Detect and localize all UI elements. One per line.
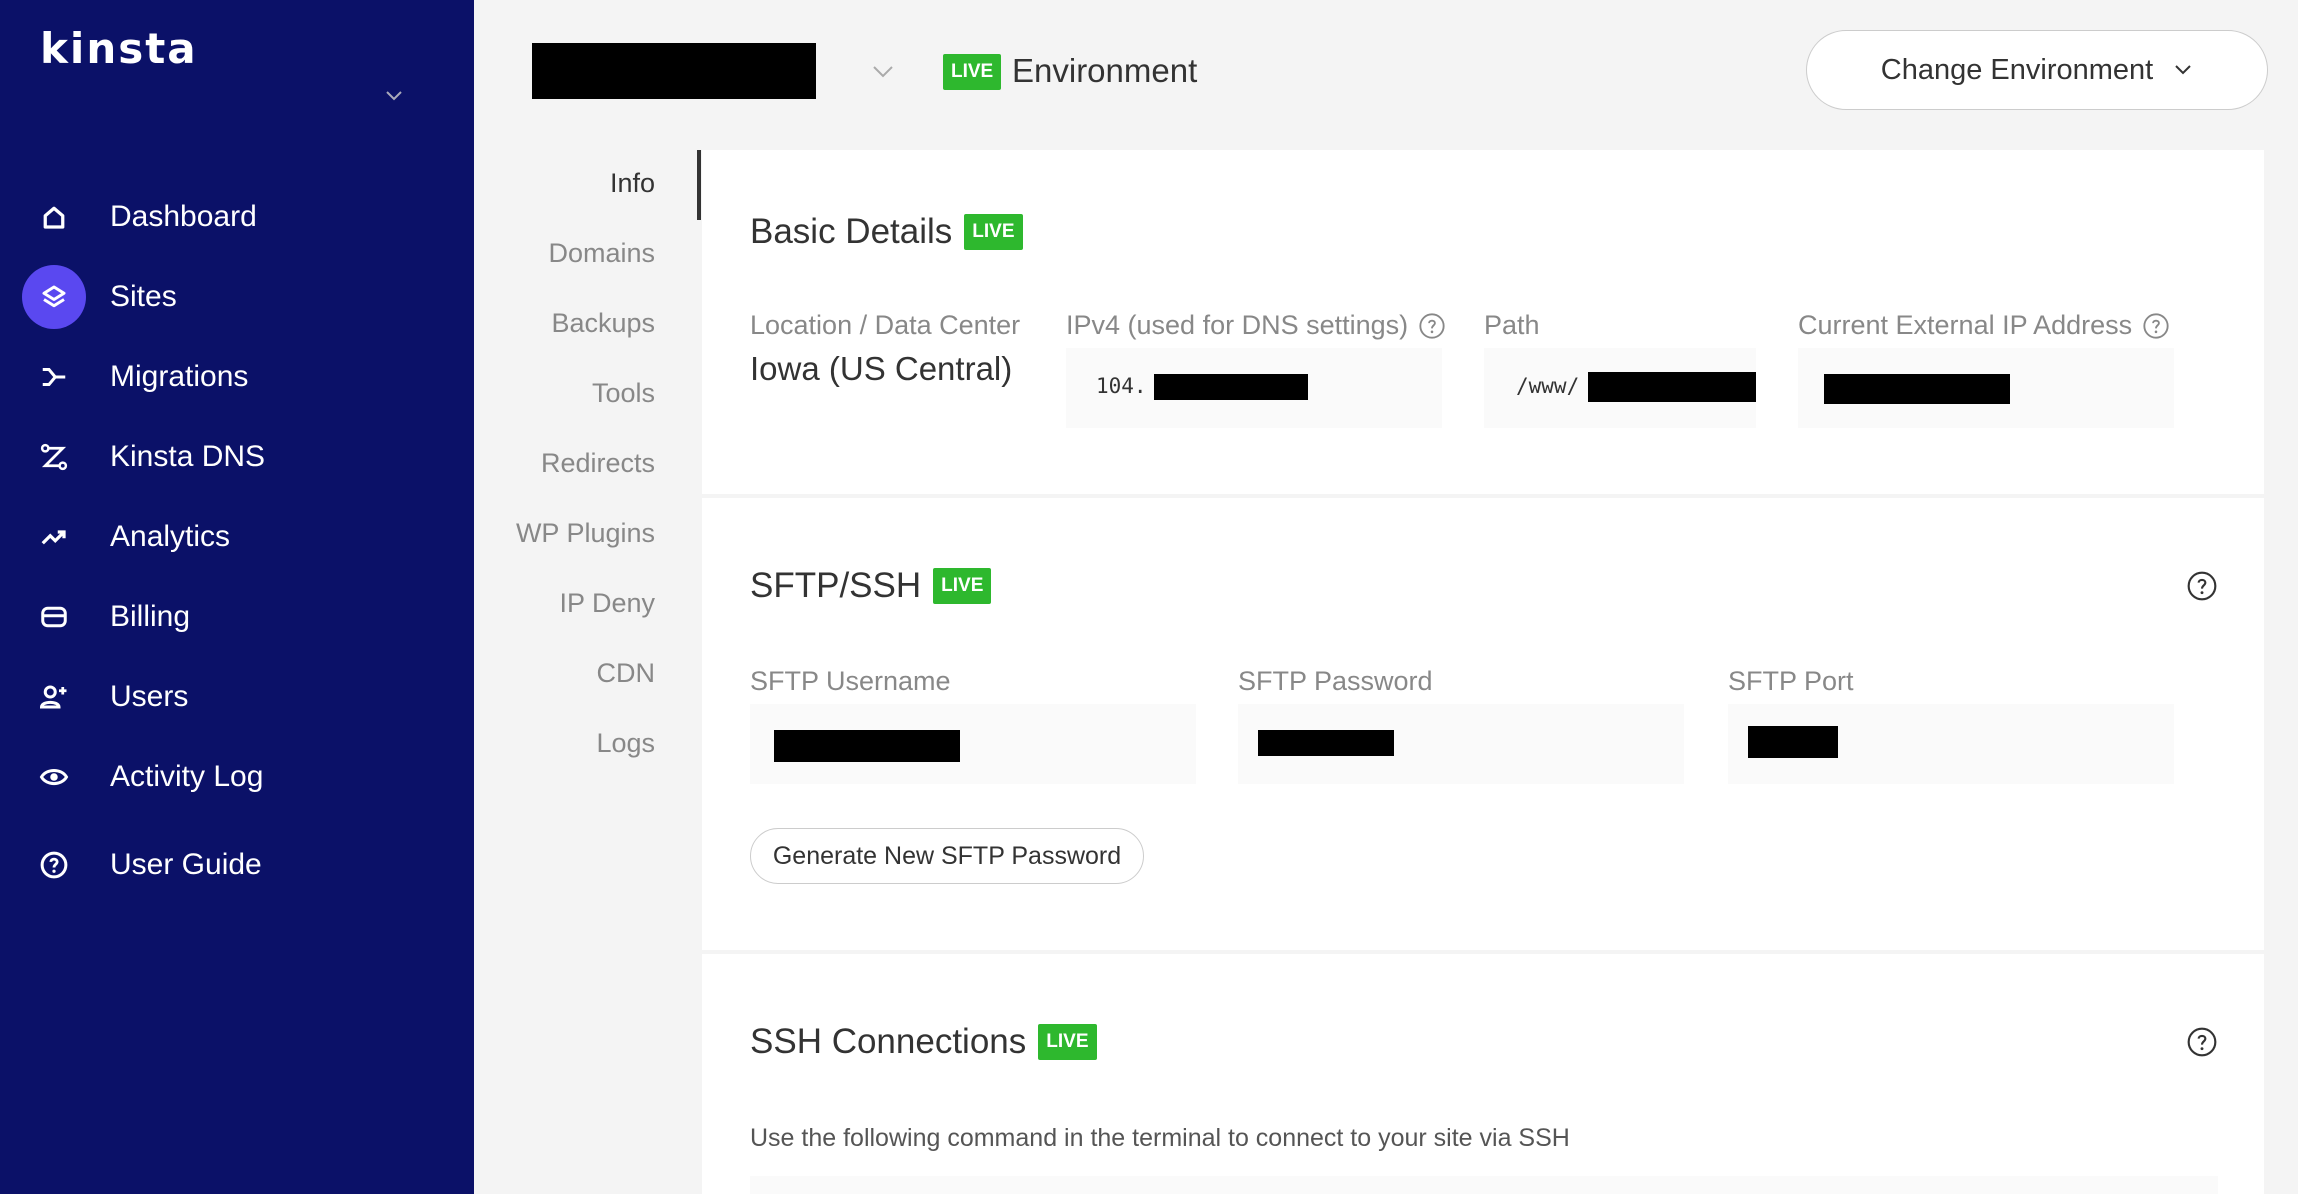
ipv4-label-text: IPv4 (used for DNS settings) bbox=[1066, 310, 1409, 340]
sftp-username-redacted bbox=[774, 730, 960, 762]
help-icon[interactable] bbox=[2142, 312, 2170, 340]
tab-wp-plugins[interactable]: WP Plugins bbox=[516, 518, 655, 549]
ssh-title: SSH Connections LIVE bbox=[750, 1022, 1097, 1062]
location-label-text: Location / Data Center bbox=[750, 310, 1021, 340]
sftp-username-label-text: SFTP Username bbox=[750, 666, 951, 696]
path-prefix: /www/ bbox=[1516, 374, 1580, 398]
tab-ip-deny[interactable]: IP Deny bbox=[559, 588, 655, 619]
sftp-password-label-text: SFTP Password bbox=[1238, 666, 1433, 696]
tab-backups[interactable]: Backups bbox=[551, 308, 655, 339]
sidebar-item-label: Billing bbox=[110, 600, 191, 633]
sidebar-item-sites[interactable]: Sites bbox=[0, 261, 474, 333]
sidebar-item-user-guide[interactable]: User Guide bbox=[0, 829, 474, 901]
path-field[interactable]: /www/ bbox=[1484, 348, 1756, 428]
ssh-description: Use the following command in the termina… bbox=[750, 1124, 1570, 1152]
location-value: Iowa (US Central) bbox=[750, 350, 1013, 387]
sidebar-item-label: User Guide bbox=[110, 848, 262, 881]
help-icon[interactable] bbox=[1418, 312, 1446, 340]
sftp-password-label: SFTP Password bbox=[1238, 666, 1433, 697]
kinsta-logo[interactable]: kinsta bbox=[40, 24, 198, 73]
sidebar-item-migrations[interactable]: Migrations bbox=[0, 341, 474, 413]
analytics-icon bbox=[22, 505, 86, 569]
sftp-port-field[interactable] bbox=[1728, 704, 2174, 784]
tab-tools[interactable]: Tools bbox=[592, 378, 655, 409]
sidebar: kinsta Dashboard Sites Migrations Kinsta… bbox=[0, 0, 474, 1194]
sidebar-item-dashboard[interactable]: Dashboard bbox=[0, 181, 474, 253]
tab-domains[interactable]: Domains bbox=[548, 238, 655, 269]
ipv4-prefix: 104. bbox=[1096, 374, 1147, 398]
chevron-down-icon bbox=[2175, 65, 2191, 75]
sidebar-item-analytics[interactable]: Analytics bbox=[0, 501, 474, 573]
sidebar-item-kinsta-dns[interactable]: Kinsta DNS bbox=[0, 421, 474, 493]
change-environment-button[interactable]: Change Environment bbox=[1806, 30, 2268, 110]
live-badge: LIVE bbox=[1038, 1024, 1097, 1060]
sidebar-item-label: Analytics bbox=[110, 520, 231, 553]
sftp-password-redacted bbox=[1258, 730, 1394, 756]
live-badge: LIVE bbox=[964, 214, 1023, 250]
card-title-text: Basic Details bbox=[750, 212, 953, 251]
sftp-port-label-text: SFTP Port bbox=[1728, 666, 1854, 696]
migrations-icon bbox=[22, 345, 86, 409]
external-ip-label: Current External IP Address bbox=[1798, 310, 2170, 341]
sftp-ssh-card: SFTP/SSH LIVE SFTP Username SFTP Passwor… bbox=[702, 498, 2264, 950]
sidebar-item-label: Users bbox=[110, 680, 189, 713]
tab-logs[interactable]: Logs bbox=[596, 728, 655, 759]
help-circle-icon bbox=[22, 833, 86, 897]
path-label: Path bbox=[1484, 310, 1540, 341]
generate-sftp-password-button[interactable]: Generate New SFTP Password bbox=[750, 828, 1144, 884]
basic-details-card: Basic Details LIVE Location / Data Cente… bbox=[702, 150, 2264, 494]
tab-cdn[interactable]: CDN bbox=[597, 658, 656, 689]
card-title-text: SFTP/SSH bbox=[750, 566, 922, 605]
sidebar-item-label: Kinsta DNS bbox=[110, 440, 266, 473]
add-user-icon bbox=[22, 665, 86, 729]
external-ip-redacted bbox=[1824, 374, 2010, 404]
sidebar-item-activity-log[interactable]: Activity Log bbox=[0, 741, 474, 813]
sidebar-item-users[interactable]: Users bbox=[0, 661, 474, 733]
sftp-password-field[interactable] bbox=[1238, 704, 1684, 784]
sidebar-item-label: Migrations bbox=[110, 360, 249, 393]
site-chevron-down-icon[interactable] bbox=[870, 58, 896, 84]
change-environment-label: Change Environment bbox=[1880, 53, 2154, 86]
sidebar-item-label: Dashboard bbox=[110, 200, 257, 233]
ipv4-field[interactable]: 104. bbox=[1066, 348, 1442, 428]
basic-details-title: Basic Details LIVE bbox=[750, 212, 1023, 252]
sftp-port-redacted bbox=[1748, 726, 1838, 758]
path-redacted bbox=[1588, 372, 1756, 402]
layers-icon bbox=[22, 265, 86, 329]
eye-icon bbox=[22, 745, 86, 809]
billing-icon bbox=[22, 585, 86, 649]
sftp-username-label: SFTP Username bbox=[750, 666, 951, 697]
help-icon[interactable] bbox=[2186, 570, 2218, 602]
sidebar-item-label: Activity Log bbox=[110, 760, 264, 793]
sftp-title: SFTP/SSH LIVE bbox=[750, 566, 992, 606]
path-label-text: Path bbox=[1484, 310, 1540, 340]
subnav-active-indicator bbox=[697, 150, 701, 220]
company-chevron-down-icon[interactable] bbox=[384, 86, 404, 106]
ssh-command-field[interactable] bbox=[750, 1176, 2218, 1194]
tab-info[interactable]: Info bbox=[610, 168, 655, 199]
ipv4-label: IPv4 (used for DNS settings) bbox=[1066, 310, 1446, 341]
site-selector-redacted[interactable] bbox=[532, 43, 816, 99]
help-icon[interactable] bbox=[2186, 1026, 2218, 1058]
home-icon bbox=[22, 185, 86, 249]
environment-label: Environment bbox=[1012, 52, 1198, 89]
live-badge: LIVE bbox=[933, 568, 992, 604]
live-badge: LIVE bbox=[943, 54, 1002, 90]
ipv4-redacted bbox=[1154, 374, 1308, 400]
sftp-port-label: SFTP Port bbox=[1728, 666, 1854, 697]
external-ip-label-text: Current External IP Address bbox=[1798, 310, 2133, 340]
dns-icon bbox=[22, 425, 86, 489]
sidebar-item-billing[interactable]: Billing bbox=[0, 581, 474, 653]
location-label: Location / Data Center bbox=[750, 310, 1020, 341]
card-title-text: SSH Connections bbox=[750, 1022, 1027, 1061]
sidebar-item-label: Sites bbox=[110, 280, 177, 313]
ssh-connections-card: SSH Connections LIVE Use the following c… bbox=[702, 954, 2264, 1194]
sftp-username-field[interactable] bbox=[750, 704, 1196, 784]
tab-redirects[interactable]: Redirects bbox=[541, 448, 655, 479]
external-ip-field[interactable] bbox=[1798, 348, 2174, 428]
